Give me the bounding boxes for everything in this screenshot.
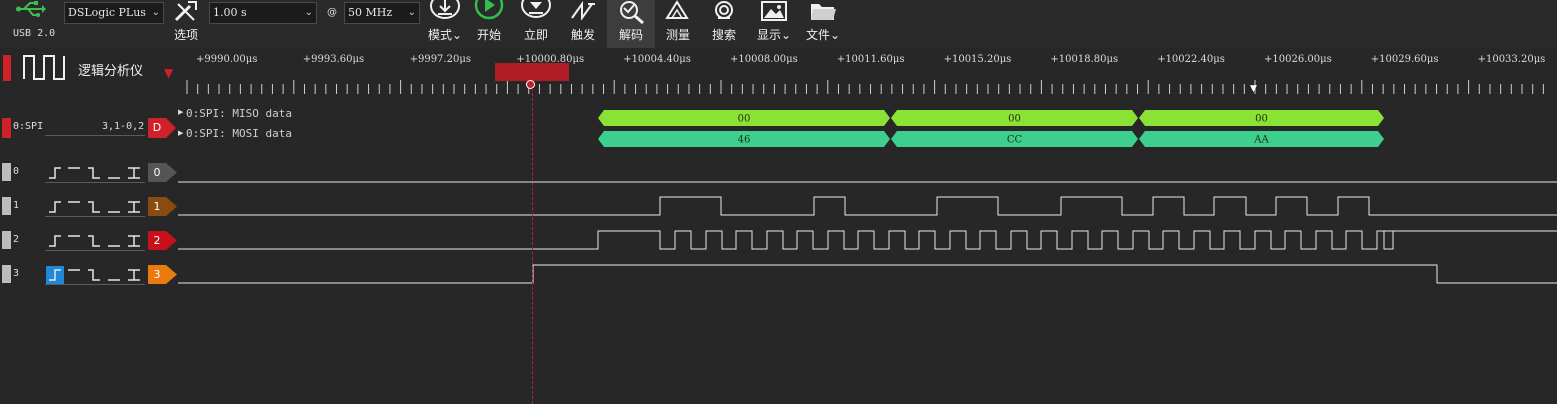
waveform-ch2 bbox=[178, 230, 1557, 250]
waveform-ch3 bbox=[178, 264, 1557, 284]
waveform-ch1 bbox=[178, 196, 1557, 216]
waveform-area[interactable] bbox=[0, 0, 1557, 300]
cursor-line bbox=[532, 88, 533, 404]
